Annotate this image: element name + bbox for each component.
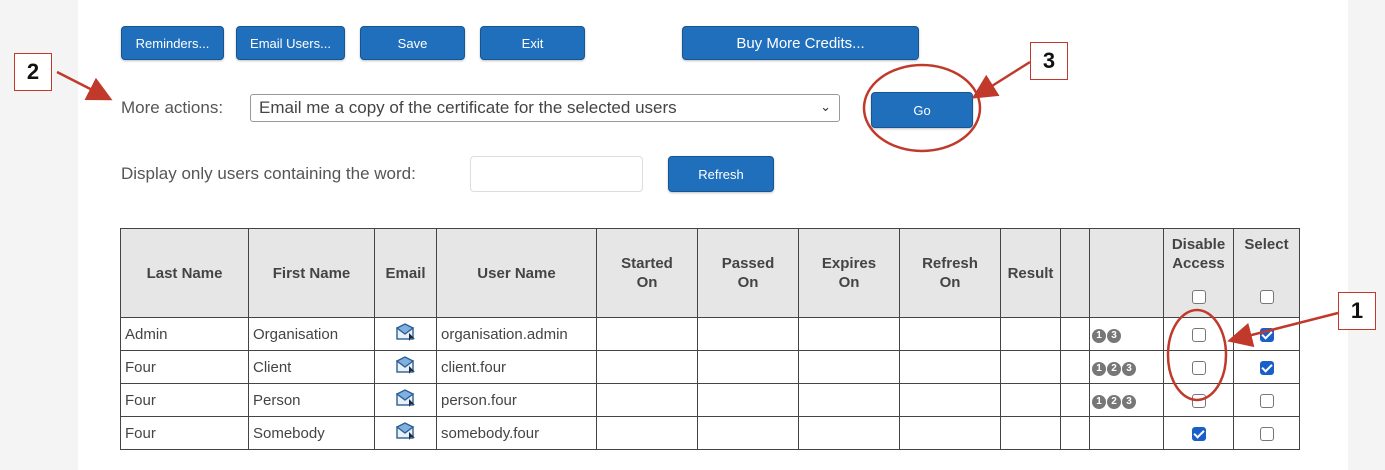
go-highlight-ellipse [862, 63, 982, 153]
callout-3: 3 [1030, 42, 1068, 80]
annotation-overlay [56, 60, 1339, 402]
callout-2: 2 [14, 53, 52, 91]
arrow-3 [971, 60, 1031, 99]
arrow-2 [56, 70, 113, 101]
disable-access-highlight-ellipse [1166, 308, 1228, 402]
arrow-1 [1227, 311, 1339, 348]
callout-1: 1 [1338, 292, 1376, 330]
